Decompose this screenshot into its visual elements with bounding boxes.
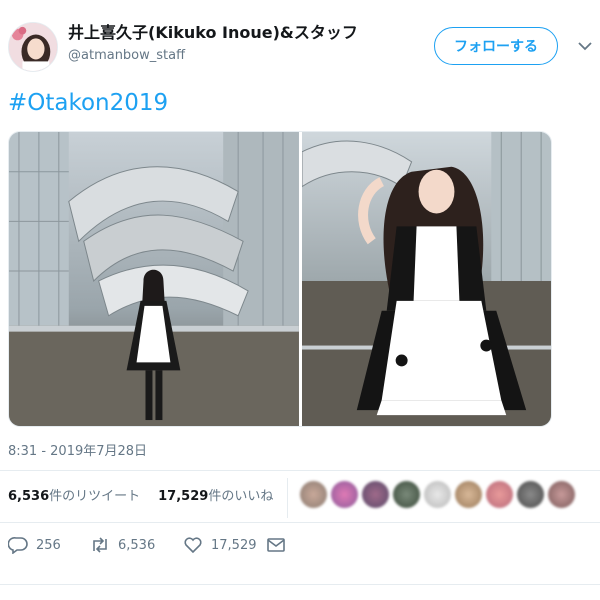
tweet-header: 井上喜久子(Kikuko Inoue)&スタッフ @atmanbow_staff… xyxy=(0,0,600,80)
direct-message-button[interactable] xyxy=(266,536,286,554)
chevron-down-icon[interactable] xyxy=(577,38,593,52)
likes-label: 件のいいね xyxy=(208,489,274,504)
reply-icon xyxy=(8,537,28,554)
liker-avatar[interactable] xyxy=(393,481,420,508)
tweet-timestamp[interactable]: 8:31 - 2019年7月28日 xyxy=(8,440,147,459)
likes-count: 17,529 xyxy=(158,489,209,504)
avatar-image xyxy=(9,23,57,71)
liker-avatars xyxy=(300,481,575,508)
liker-avatar[interactable] xyxy=(331,481,358,508)
like-button[interactable]: 17,529 xyxy=(183,536,266,554)
divider xyxy=(0,522,600,523)
liker-avatar[interactable] xyxy=(455,481,482,508)
envelope-icon xyxy=(267,538,285,552)
retweet-count: 6,536 xyxy=(118,537,156,553)
liker-avatar[interactable] xyxy=(300,481,327,508)
retweets-label: 件のリツイート xyxy=(49,489,141,504)
avatar[interactable] xyxy=(8,22,58,72)
retweets-stat[interactable]: 6,536件のリツイート xyxy=(8,485,140,504)
photo-1[interactable] xyxy=(9,132,299,426)
liker-avatar[interactable] xyxy=(424,481,451,508)
tweet-actions: 256 6,536 17,529 xyxy=(8,536,286,554)
likes-stat[interactable]: 17,529件のいいね xyxy=(158,485,273,504)
retweet-button[interactable]: 6,536 xyxy=(90,536,183,554)
like-count: 17,529 xyxy=(211,537,257,553)
heart-icon xyxy=(184,537,202,554)
divider xyxy=(0,584,600,585)
retweet-icon xyxy=(93,537,107,553)
author-info: 井上喜久子(Kikuko Inoue)&スタッフ @atmanbow_staff xyxy=(68,23,358,65)
reply-button[interactable]: 256 xyxy=(8,536,90,554)
follow-button[interactable]: フォローする xyxy=(434,27,558,65)
tweet-hashtag[interactable]: #Otakon2019 xyxy=(8,88,168,118)
divider xyxy=(0,470,600,471)
liker-avatar[interactable] xyxy=(486,481,513,508)
handle[interactable]: @atmanbow_staff xyxy=(68,47,358,65)
photo-2[interactable] xyxy=(301,132,551,426)
media-grid xyxy=(8,131,552,427)
divider xyxy=(287,478,288,518)
retweets-count: 6,536 xyxy=(8,489,50,504)
liker-avatar[interactable] xyxy=(517,481,544,508)
engagement-stats: 6,536件のリツイート 17,529件のいいね xyxy=(8,485,273,504)
liker-avatar[interactable] xyxy=(548,481,575,508)
liker-avatar[interactable] xyxy=(362,481,389,508)
display-name[interactable]: 井上喜久子(Kikuko Inoue)&スタッフ xyxy=(68,23,358,43)
reply-count: 256 xyxy=(36,537,61,553)
